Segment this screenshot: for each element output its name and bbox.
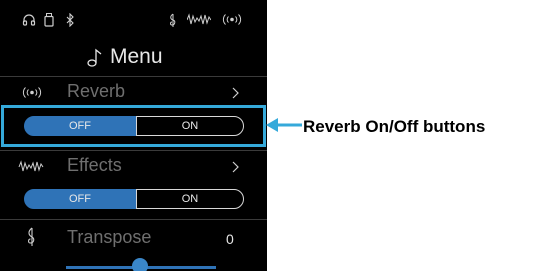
transpose-value: 0 xyxy=(226,231,234,247)
reverb-waves-icon xyxy=(222,14,242,25)
effects-off-button[interactable]: OFF xyxy=(24,189,136,209)
divider xyxy=(0,76,267,77)
menu-row-label: Reverb xyxy=(67,81,126,101)
effects-on-button[interactable]: ON xyxy=(136,189,244,209)
menu-title-row: Menu xyxy=(0,42,267,76)
effects-toggle: OFF ON xyxy=(24,189,244,209)
chevron-right-icon[interactable] xyxy=(232,161,239,173)
callout-arrow-icon xyxy=(266,118,302,132)
treble-clef-icon xyxy=(28,227,35,246)
effects-waveform-icon xyxy=(18,160,44,172)
usb-drive-icon xyxy=(44,13,54,27)
headphones-icon xyxy=(22,14,36,26)
highlight-box xyxy=(1,105,266,147)
divider xyxy=(0,219,267,220)
divider xyxy=(0,150,267,151)
menu-row-reverb[interactable]: Reverb xyxy=(0,78,267,108)
reverb-waves-icon xyxy=(22,87,42,98)
menu-row-transpose[interactable]: Transpose 0 xyxy=(0,224,267,254)
menu-title: Menu xyxy=(110,45,163,68)
bluetooth-icon xyxy=(66,13,74,27)
effects-waveform-icon xyxy=(187,13,211,25)
menu-row-effects[interactable]: Effects xyxy=(0,152,267,182)
transpose-slider-knob[interactable] xyxy=(132,258,148,271)
music-note-icon xyxy=(87,48,102,67)
chevron-right-icon[interactable] xyxy=(232,87,239,99)
menu-row-label: Effects xyxy=(67,155,122,175)
annotation-label: Reverb On/Off buttons xyxy=(303,117,486,136)
status-bar xyxy=(0,10,267,36)
menu-row-label: Transpose xyxy=(67,227,152,247)
transpose-clef-icon xyxy=(170,13,176,27)
